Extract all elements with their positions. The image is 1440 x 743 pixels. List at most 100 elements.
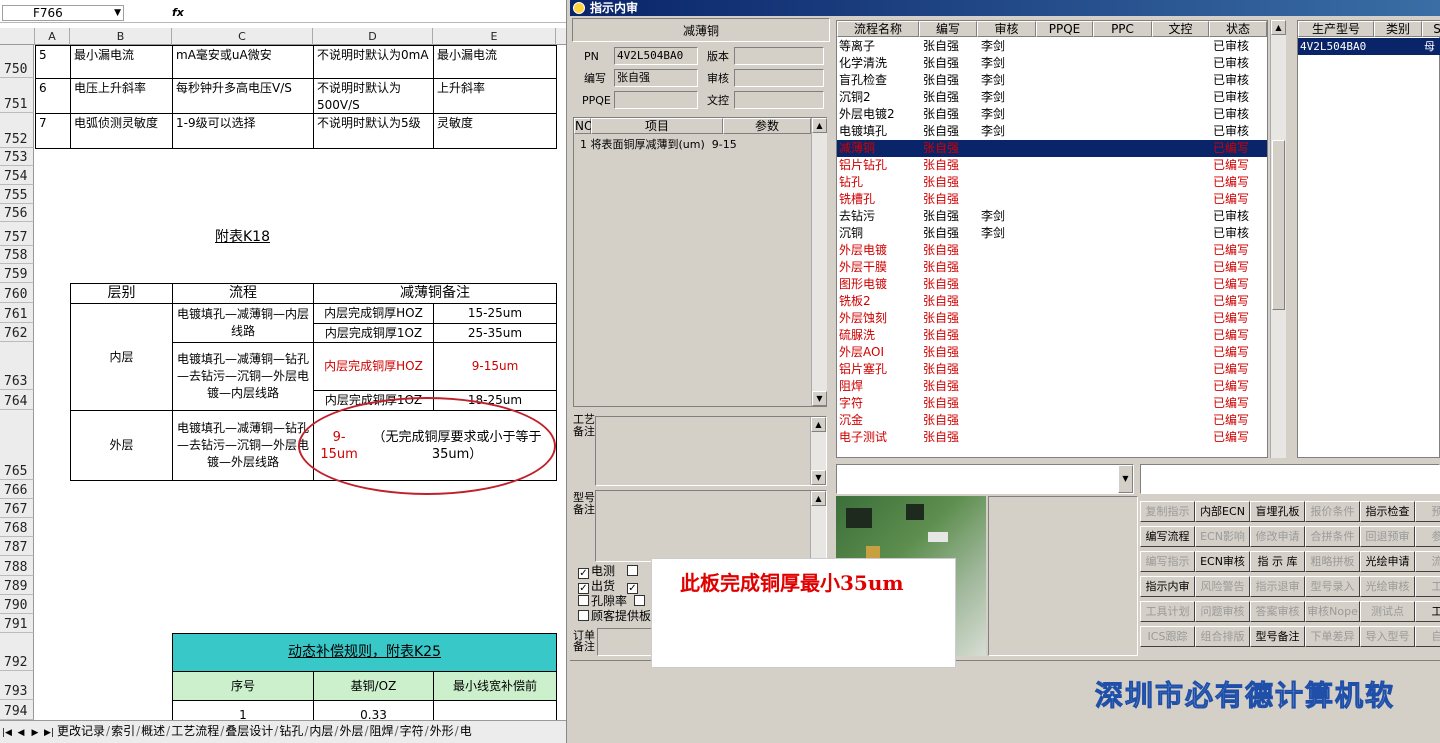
scroll-up-icon[interactable]: ▲ (812, 118, 827, 133)
flow-scrollbar[interactable]: ▲ (1270, 20, 1286, 458)
row-header[interactable]: 767 (0, 499, 34, 518)
row-header[interactable]: 763 (0, 342, 34, 390)
action-button[interactable]: 预审 (1415, 501, 1440, 522)
action-button[interactable]: 问题审核 (1195, 601, 1250, 622)
scroll-down-icon[interactable]: ▼ (811, 470, 826, 485)
action-button[interactable]: 修改申请 (1250, 526, 1305, 547)
flow-header[interactable]: 文控 (1152, 21, 1209, 37)
next-sheet-icon[interactable]: ▶ (28, 723, 42, 743)
row-header[interactable]: 765 (0, 410, 34, 480)
row-header[interactable]: 758 (0, 246, 34, 264)
flow-row[interactable]: 阻焊 张自强 已编写 (837, 378, 1267, 395)
row-header[interactable]: 768 (0, 518, 34, 537)
column-header-d[interactable]: D (313, 28, 433, 45)
action-button[interactable]: 盲埋孔板 (1250, 501, 1305, 522)
sheet-tab[interactable]: 外层 (338, 721, 364, 741)
row-header[interactable]: 762 (0, 323, 34, 342)
flow-header[interactable]: PPQE (1036, 21, 1093, 37)
sheet-tab[interactable]: 叠层设计 (224, 721, 274, 741)
row-header[interactable]: 756 (0, 204, 34, 222)
sheet-tab[interactable]: 概述 (140, 721, 166, 741)
flow-row[interactable]: 沉铜2 张自强 李剑 已审核 (837, 89, 1267, 106)
action-button[interactable]: 组合排版 (1195, 626, 1250, 647)
model-note-scrollbar[interactable]: ▲ (810, 491, 826, 561)
model-header-model[interactable]: 生产型号 (1298, 21, 1374, 37)
action-button[interactable]: 答案审核 (1250, 601, 1305, 622)
items-header-item[interactable]: 项目 (591, 118, 723, 134)
row-header[interactable]: 751 (0, 78, 34, 113)
row-header[interactable]: 792 (0, 633, 34, 671)
action-button[interactable]: 回退预审 (1360, 526, 1415, 547)
flow-row[interactable]: 外层AOI 张自强 已编写 (837, 344, 1267, 361)
action-button[interactable]: 参数 (1415, 526, 1440, 547)
flow-row[interactable]: 电镀填孔 张自强 李剑 已审核 (837, 123, 1267, 140)
action-button[interactable]: 自定 (1415, 626, 1440, 647)
flow-row[interactable]: 电子测试 张自强 已编写 (837, 429, 1267, 446)
action-button[interactable]: 复制指示 (1140, 501, 1195, 522)
row-header[interactable]: 755 (0, 185, 34, 204)
name-box[interactable]: F766 ▼ (2, 5, 124, 21)
row-header[interactable]: 761 (0, 303, 34, 323)
flow-row[interactable]: 字符 张自强 已编写 (837, 395, 1267, 412)
flow-row[interactable]: 钻孔 张自强 已编写 (837, 174, 1267, 191)
flow-header[interactable]: 流程名称 (837, 21, 919, 37)
flow-row[interactable]: 铣板2 张自强 已编写 (837, 293, 1267, 310)
flow-row[interactable]: 减薄铜 张自强 已编写 (837, 140, 1267, 157)
sheet-tab[interactable]: 索引 (110, 721, 136, 741)
sheet-tab[interactable]: 工艺流程 (170, 721, 220, 741)
checkbox-extra-1-box[interactable] (627, 565, 638, 576)
action-button[interactable]: 指示退审 (1250, 576, 1305, 597)
items-header-param[interactable]: 参数 (723, 118, 811, 134)
row-header[interactable]: 789 (0, 576, 34, 595)
flow-header[interactable]: 状态 (1209, 21, 1267, 37)
checkbox-customer-board[interactable]: 顾客提供板 (578, 609, 651, 623)
action-button[interactable]: 下单差异 (1305, 626, 1360, 647)
checkbox-customer-board-box[interactable] (578, 610, 589, 621)
checkbox-porosity-box[interactable] (578, 595, 589, 606)
action-button[interactable]: 指示内审 (1140, 576, 1195, 597)
flow-row[interactable]: 外层蚀刻 张自强 已编写 (837, 310, 1267, 327)
version-field[interactable] (734, 47, 824, 65)
column-header-c[interactable]: C (172, 28, 313, 45)
sheet-tab[interactable]: 内层 (308, 721, 334, 741)
row-header[interactable]: 787 (0, 537, 34, 556)
flow-header[interactable]: 审核 (977, 21, 1036, 37)
sheet-tab[interactable]: 阻焊 (369, 721, 395, 741)
action-button[interactable]: 编写流程 (1140, 526, 1195, 547)
items-grid[interactable]: NO 项目 参数 1 将表面铜厚减薄到(um) 9-15 ▲ ▼ (573, 117, 827, 407)
checkbox-shipment-box[interactable]: ✓ (578, 583, 589, 594)
sheet-tab[interactable]: 电 (459, 721, 473, 741)
column-header-a[interactable]: A (35, 28, 70, 45)
row-header[interactable]: 760 (0, 283, 34, 303)
model-note-field[interactable]: ▲ (595, 490, 827, 562)
scroll-down-icon[interactable]: ▼ (812, 391, 827, 406)
flow-row[interactable]: 去钻污 张自强 李剑 已审核 (837, 208, 1267, 225)
flow-grid[interactable]: 流程名称 编写 审核 PPQE PPC 文控 状态 等离子 张自强 李剑 已审核 化学清洗 张自强 李剑… (836, 20, 1268, 458)
select-all-corner[interactable] (0, 28, 35, 45)
action-button[interactable]: 型号备注 (1250, 626, 1305, 647)
row-header[interactable]: 790 (0, 595, 34, 614)
scroll-up-icon[interactable]: ▲ (811, 491, 826, 506)
action-button[interactable]: ICS跟踪 (1140, 626, 1195, 647)
ppqe-field[interactable] (614, 91, 698, 109)
scroll-up-icon[interactable]: ▲ (1271, 20, 1286, 35)
sheet-tab[interactable]: 钻孔 (278, 721, 304, 741)
model-header-type[interactable]: 类别 (1374, 21, 1422, 37)
flow-row[interactable]: 外层干膜 张自强 已编写 (837, 259, 1267, 276)
filter-combo-right[interactable] (1140, 464, 1440, 494)
last-sheet-icon[interactable]: ▶| (42, 723, 56, 743)
checkbox-etest[interactable]: ✓ 电测 (578, 564, 615, 579)
items-row[interactable]: 1 将表面铜厚减薄到(um) 9-15 (580, 136, 737, 152)
action-button[interactable]: 光绘申请 (1360, 551, 1415, 572)
flow-row[interactable]: 铝片塞孔 张自强 已编写 (837, 361, 1267, 378)
checkbox-porosity[interactable]: 孔隙率 (578, 594, 627, 608)
flow-row[interactable]: 化学清洗 张自强 李剑 已审核 (837, 55, 1267, 72)
action-button[interactable]: 审核Nope (1305, 601, 1360, 622)
action-button[interactable]: 编写指示 (1140, 551, 1195, 572)
action-button[interactable]: 工具计划 (1140, 601, 1195, 622)
row-header[interactable]: 750 (0, 45, 34, 78)
action-button[interactable]: 内部ECN (1195, 501, 1250, 522)
sheet-tab[interactable]: 更改记录 (56, 721, 106, 741)
checkbox-extra-2[interactable]: ✓ (627, 579, 640, 594)
row-header[interactable]: 791 (0, 614, 34, 633)
